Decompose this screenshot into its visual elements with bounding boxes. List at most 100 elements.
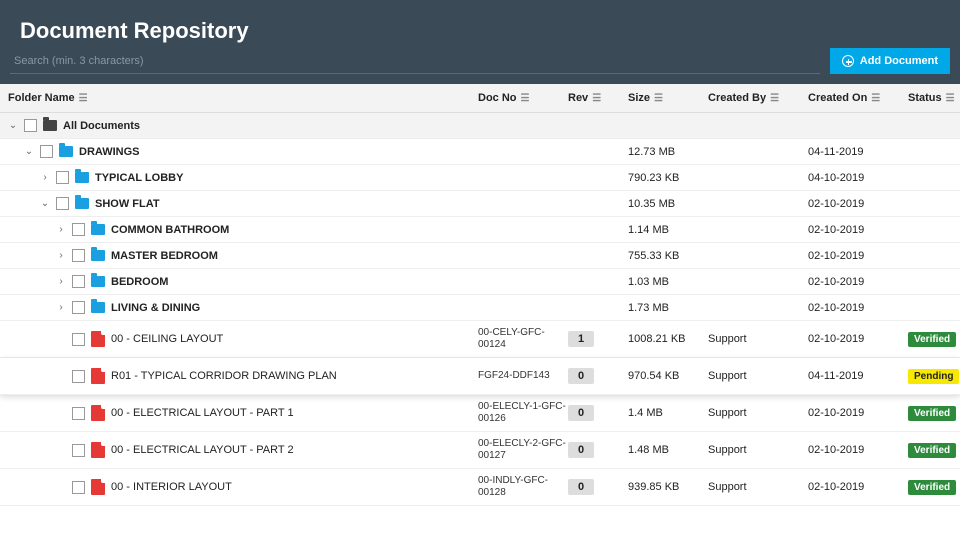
name-cell: ›COMMON BATHROOM xyxy=(8,223,478,236)
createdon-cell: 02-10-2019 xyxy=(808,481,908,493)
search-input[interactable] xyxy=(10,49,820,74)
chevron-right-icon[interactable]: › xyxy=(56,276,66,287)
table-row[interactable]: ›MASTER BEDROOM 755.33 KB 02-10-2019 xyxy=(0,243,960,269)
createdon-cell: 02-10-2019 xyxy=(808,444,908,456)
chevron-right-icon[interactable]: › xyxy=(56,250,66,261)
pdf-icon xyxy=(91,368,105,384)
createdby-cell: Support xyxy=(708,481,808,493)
sort-icon: ☰ xyxy=(654,93,663,104)
add-document-button[interactable]: Add Document xyxy=(830,48,950,74)
status-badge: Verified xyxy=(908,332,956,347)
row-checkbox[interactable] xyxy=(56,171,69,184)
name-cell: ›LIVING & DINING xyxy=(8,301,478,314)
col-createdon[interactable]: Created On☰ xyxy=(808,92,908,104)
row-checkbox[interactable] xyxy=(72,481,85,494)
status-badge: Pending xyxy=(908,369,959,384)
name-cell: ›MASTER BEDROOM xyxy=(8,249,478,262)
row-checkbox[interactable] xyxy=(72,301,85,314)
size-cell: 755.33 KB xyxy=(628,250,708,262)
table-row[interactable]: ›TYPICAL LOBBY790.23 KB04-10-2019 xyxy=(0,165,960,191)
createdon-cell: 02-10-2019 xyxy=(808,198,908,210)
name-cell: ›BEDROOM xyxy=(8,275,478,288)
col-docno[interactable]: Doc No☰ xyxy=(478,92,568,104)
sort-icon: ☰ xyxy=(592,93,601,104)
chevron-down-icon[interactable]: ⌄ xyxy=(24,146,34,157)
sort-icon: ☰ xyxy=(79,93,88,104)
chevron-right-icon[interactable]: › xyxy=(56,224,66,235)
table-row[interactable]: ⌄ All Documents xyxy=(0,113,960,139)
row-checkbox[interactable] xyxy=(72,444,85,457)
row-checkbox[interactable] xyxy=(24,119,37,132)
row-checkbox[interactable] xyxy=(72,249,85,262)
col-rev[interactable]: Rev☰ xyxy=(568,92,628,104)
col-status[interactable]: Status☰ xyxy=(908,92,960,104)
row-checkbox[interactable] xyxy=(56,197,69,210)
chevron-right-icon[interactable]: › xyxy=(40,172,50,183)
folder-icon xyxy=(91,250,105,261)
size-cell: 970.54 KB xyxy=(628,370,708,382)
size-cell: 939.85 KB xyxy=(628,481,708,493)
sort-icon: ☰ xyxy=(770,93,779,104)
size-cell: 10.35 MB xyxy=(628,198,708,210)
docno-cell: 00-CELY-GFC-00124 xyxy=(478,327,568,351)
name-cell: 00 - ELECTRICAL LAYOUT - PART 2 xyxy=(8,442,478,458)
sort-icon: ☰ xyxy=(521,93,530,104)
folder-icon xyxy=(75,172,89,183)
column-headers: Folder Name☰ Doc No☰ Rev☰ Size☰ Created … xyxy=(0,84,960,113)
row-checkbox[interactable] xyxy=(72,407,85,420)
row-name: 00 - ELECTRICAL LAYOUT - PART 1 xyxy=(111,407,294,419)
createdon-cell: 04-11-2019 xyxy=(808,146,908,158)
row-checkbox[interactable] xyxy=(72,370,85,383)
name-cell: R01 - TYPICAL CORRIDOR DRAWING PLAN xyxy=(8,368,478,384)
chevron-down-icon[interactable]: ⌄ xyxy=(40,198,50,209)
pdf-icon xyxy=(91,405,105,421)
createdon-cell: 04-11-2019 xyxy=(808,370,908,382)
sort-icon: ☰ xyxy=(871,93,880,104)
status-badge: Verified xyxy=(908,406,956,421)
table-row[interactable]: R01 - TYPICAL CORRIDOR DRAWING PLANFGF24… xyxy=(0,358,960,395)
table-row[interactable]: ›LIVING & DINING 1.73 MB 02-10-2019 xyxy=(0,295,960,321)
row-checkbox[interactable] xyxy=(72,333,85,346)
chevron-right-icon[interactable]: › xyxy=(56,302,66,313)
table-row[interactable]: 00 - ELECTRICAL LAYOUT - PART 200-ELECLY… xyxy=(0,432,960,469)
status-cell: Verified xyxy=(908,480,960,495)
rev-cell: 0 xyxy=(568,479,628,495)
folder-icon xyxy=(91,276,105,287)
table-row[interactable]: 00 - INTERIOR LAYOUT00-INDLY-GFC-0012809… xyxy=(0,469,960,506)
row-name: R01 - TYPICAL CORRIDOR DRAWING PLAN xyxy=(111,370,337,382)
pdf-icon xyxy=(91,479,105,495)
createdon-cell: 02-10-2019 xyxy=(808,250,908,262)
createdon-cell: 02-10-2019 xyxy=(808,302,908,314)
table-row[interactable]: 00 - CEILING LAYOUT00-CELY-GFC-001241100… xyxy=(0,321,960,358)
page-title: Document Repository xyxy=(20,18,940,44)
createdon-cell: 02-10-2019 xyxy=(808,333,908,345)
table-row[interactable]: ›COMMON BATHROOM1.14 MB02-10-2019 xyxy=(0,217,960,243)
folder-icon xyxy=(75,198,89,209)
table-row[interactable]: ⌄SHOW FLAT10.35 MB02-10-2019 xyxy=(0,191,960,217)
row-checkbox[interactable] xyxy=(72,275,85,288)
rev-cell: 0 xyxy=(568,442,628,458)
col-createdby[interactable]: Created By☰ xyxy=(708,92,808,104)
row-name: 00 - ELECTRICAL LAYOUT - PART 2 xyxy=(111,444,294,456)
createdby-cell: Support xyxy=(708,333,808,345)
createdby-cell: Support xyxy=(708,407,808,419)
chevron-down-icon[interactable]: ⌄ xyxy=(8,120,18,131)
col-size[interactable]: Size☰ xyxy=(628,92,708,104)
row-checkbox[interactable] xyxy=(72,223,85,236)
tree-rows: ⌄ All Documents ⌄DRAWINGS12.73 MB04-11-201… xyxy=(0,113,960,506)
table-row[interactable]: ›BEDROOM1.03 MB02-10-2019 xyxy=(0,269,960,295)
row-name: 00 - INTERIOR LAYOUT xyxy=(111,481,232,493)
row-checkbox[interactable] xyxy=(40,145,53,158)
size-cell: 1008.21 KB xyxy=(628,333,708,345)
row-name: All Documents xyxy=(63,120,140,132)
size-cell: 1.48 MB xyxy=(628,444,708,456)
table-row[interactable]: 00 - ELECTRICAL LAYOUT - PART 100-ELECLY… xyxy=(0,395,960,432)
table-row[interactable]: ⌄DRAWINGS12.73 MB04-11-2019 xyxy=(0,139,960,165)
page-header: Document Repository Add Document xyxy=(0,0,960,84)
size-cell: 1.73 MB xyxy=(628,302,708,314)
rev-badge: 0 xyxy=(568,442,594,458)
col-folder[interactable]: Folder Name☰ xyxy=(8,92,478,104)
sort-icon: ☰ xyxy=(946,93,955,104)
rev-cell: 1 xyxy=(568,331,628,347)
createdon-cell: 02-10-2019 xyxy=(808,224,908,236)
